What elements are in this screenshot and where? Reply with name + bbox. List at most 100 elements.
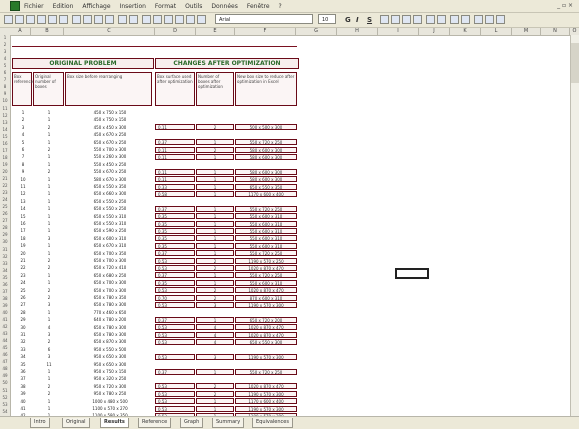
- row-number[interactable]: 39: [0, 303, 10, 308]
- cell-surface-used[interactable]: 0.11: [155, 153, 195, 160]
- spelling-icon[interactable]: [59, 15, 68, 24]
- sheet-tab[interactable]: Reference: [138, 418, 172, 428]
- cell-num-after[interactable]: 2: [196, 124, 234, 131]
- col-header[interactable]: N: [541, 28, 570, 35]
- row-number[interactable]: 17: [0, 148, 10, 153]
- cell-num-after[interactable]: 1: [196, 250, 234, 257]
- merge-center-icon[interactable]: [413, 15, 422, 24]
- row-number[interactable]: 11: [0, 106, 10, 111]
- row-number[interactable]: 36: [0, 282, 10, 287]
- col-header[interactable]: O: [570, 28, 579, 35]
- cell-box-size[interactable]: 650 x 700 x 350: [70, 251, 150, 256]
- fill-color-icon[interactable]: [485, 15, 494, 24]
- cell-box-size[interactable]: 650 x 680 x 250: [70, 273, 150, 278]
- cell-box-size[interactable]: 950 x 650 x 300: [70, 354, 150, 359]
- align-left-icon[interactable]: [380, 15, 389, 24]
- cell-surface-used[interactable]: 0.70: [155, 294, 195, 301]
- cell-new-size[interactable]: 870 x 600 x 310: [235, 294, 297, 301]
- vertical-scrollbar[interactable]: [570, 35, 579, 416]
- row-number[interactable]: 21: [0, 176, 10, 181]
- cell-box-ref[interactable]: 18: [14, 236, 32, 241]
- cell-num-after[interactable]: 1: [196, 405, 234, 412]
- cell-new-size[interactable]: 500 x 500 x 300: [235, 124, 297, 131]
- font-name-select[interactable]: Arial: [215, 14, 313, 24]
- col-header[interactable]: J: [419, 28, 450, 35]
- cell-box-ref[interactable]: 39: [14, 391, 32, 396]
- row-number[interactable]: 32: [0, 254, 10, 259]
- cell-num-after[interactable]: 1: [196, 235, 234, 242]
- cell-box-size[interactable]: 650 x 700 x 300: [70, 258, 150, 263]
- cell-box-ref[interactable]: 31: [14, 332, 32, 337]
- sheet-tab[interactable]: Intro: [30, 418, 50, 428]
- menu-tools[interactable]: Outils: [185, 3, 202, 10]
- font-size-select[interactable]: 10: [318, 14, 336, 24]
- cell-new-size[interactable]: 1190 x 570 x 300: [235, 353, 297, 360]
- cell-box-size[interactable]: 650 x 720 x 410: [70, 265, 150, 270]
- cell-num-after[interactable]: 2: [196, 294, 234, 301]
- cell-orig-num[interactable]: 2: [36, 265, 62, 270]
- cell-box-ref[interactable]: 16: [14, 221, 32, 226]
- cell-num-after[interactable]: 1: [196, 279, 234, 286]
- cell-box-ref[interactable]: 40: [14, 399, 32, 404]
- cell-orig-num[interactable]: 4: [36, 325, 62, 330]
- cell-box-size[interactable]: 1000 x 480 x 500: [70, 399, 150, 404]
- cell-box-size[interactable]: 650 x 550 x 250: [70, 206, 150, 211]
- cut-icon[interactable]: [72, 15, 81, 24]
- font-color-icon[interactable]: [496, 15, 505, 24]
- col-header[interactable]: H: [337, 28, 378, 35]
- cell-box-ref[interactable]: 4: [14, 132, 32, 137]
- cell-box-size[interactable]: 450 x 750 x 150: [70, 117, 150, 122]
- cell-new-size[interactable]: 550 x 600 x 310: [235, 235, 297, 242]
- cell-box-size[interactable]: 650 x 780 x 300: [70, 302, 150, 307]
- cell-surface-used[interactable]: 0.58: [155, 190, 195, 197]
- cell-num-after[interactable]: 3: [196, 301, 234, 308]
- row-number[interactable]: 35: [0, 275, 10, 280]
- cell-orig-num[interactable]: 1: [36, 154, 62, 159]
- col-header[interactable]: I: [378, 28, 419, 35]
- cell-surface-used[interactable]: 0.53: [155, 338, 195, 345]
- cell-box-size[interactable]: 450 x 750 x 150: [70, 110, 150, 115]
- cell-box-size[interactable]: 650 x 780 x 350: [70, 295, 150, 300]
- cell-box-ref[interactable]: 23: [14, 273, 32, 278]
- row-number[interactable]: 51: [0, 388, 10, 393]
- cell-box-ref[interactable]: 8: [14, 162, 32, 167]
- cell-box-ref[interactable]: 10: [14, 177, 32, 182]
- cell-new-size[interactable]: 580 x 600 x 300: [235, 168, 297, 175]
- cell-orig-num[interactable]: 1: [36, 184, 62, 189]
- cell-new-size[interactable]: 550 x 600 x 310: [235, 227, 297, 234]
- row-number[interactable]: 9: [0, 91, 10, 96]
- cell-box-ref[interactable]: 21: [14, 258, 32, 263]
- cell-box-ref[interactable]: 12: [14, 191, 32, 196]
- currency-icon[interactable]: [426, 15, 435, 24]
- cell-surface-used[interactable]: 0.37: [155, 368, 195, 375]
- row-number[interactable]: 43: [0, 331, 10, 336]
- cell-box-size[interactable]: 950 x 750 x 150: [70, 369, 150, 374]
- cell-new-size[interactable]: 1020 x 870 x 470: [235, 331, 297, 338]
- cell-orig-num[interactable]: 2: [36, 169, 62, 174]
- cell-new-size[interactable]: 1020 x 870 x 470: [235, 287, 297, 294]
- cell-box-size[interactable]: 650 x 660 x 300: [70, 191, 150, 196]
- cell-box-ref[interactable]: 20: [14, 251, 32, 256]
- cell-orig-num[interactable]: 2: [36, 258, 62, 263]
- cell-box-size[interactable]: 650 x 600 x 310: [70, 236, 150, 241]
- cell-orig-num[interactable]: 3: [36, 302, 62, 307]
- cell-box-size[interactable]: 650 x 670 x 250: [70, 140, 150, 145]
- menu-data[interactable]: Données: [211, 3, 237, 10]
- row-number[interactable]: 5: [0, 63, 10, 68]
- cell-num-after[interactable]: 3: [196, 353, 234, 360]
- menu-edit[interactable]: Edition: [53, 3, 74, 10]
- cell-orig-num[interactable]: 6: [36, 347, 62, 352]
- cell-orig-num[interactable]: 2: [36, 384, 62, 389]
- row-number[interactable]: 12: [0, 113, 10, 118]
- cell-surface-used[interactable]: 0.53: [155, 353, 195, 360]
- cell-num-after[interactable]: 1: [196, 190, 234, 197]
- cell-orig-num[interactable]: 1: [36, 132, 62, 137]
- cell-box-size[interactable]: 950 x 320 x 250: [70, 376, 150, 381]
- col-header[interactable]: L: [481, 28, 512, 35]
- new-icon[interactable]: [4, 15, 13, 24]
- percent-icon[interactable]: [437, 15, 446, 24]
- cell-new-size[interactable]: 550 x 720 x 250: [235, 250, 297, 257]
- cell-num-after[interactable]: 1: [196, 368, 234, 375]
- row-number[interactable]: 25: [0, 204, 10, 209]
- col-header[interactable]: F: [235, 28, 296, 35]
